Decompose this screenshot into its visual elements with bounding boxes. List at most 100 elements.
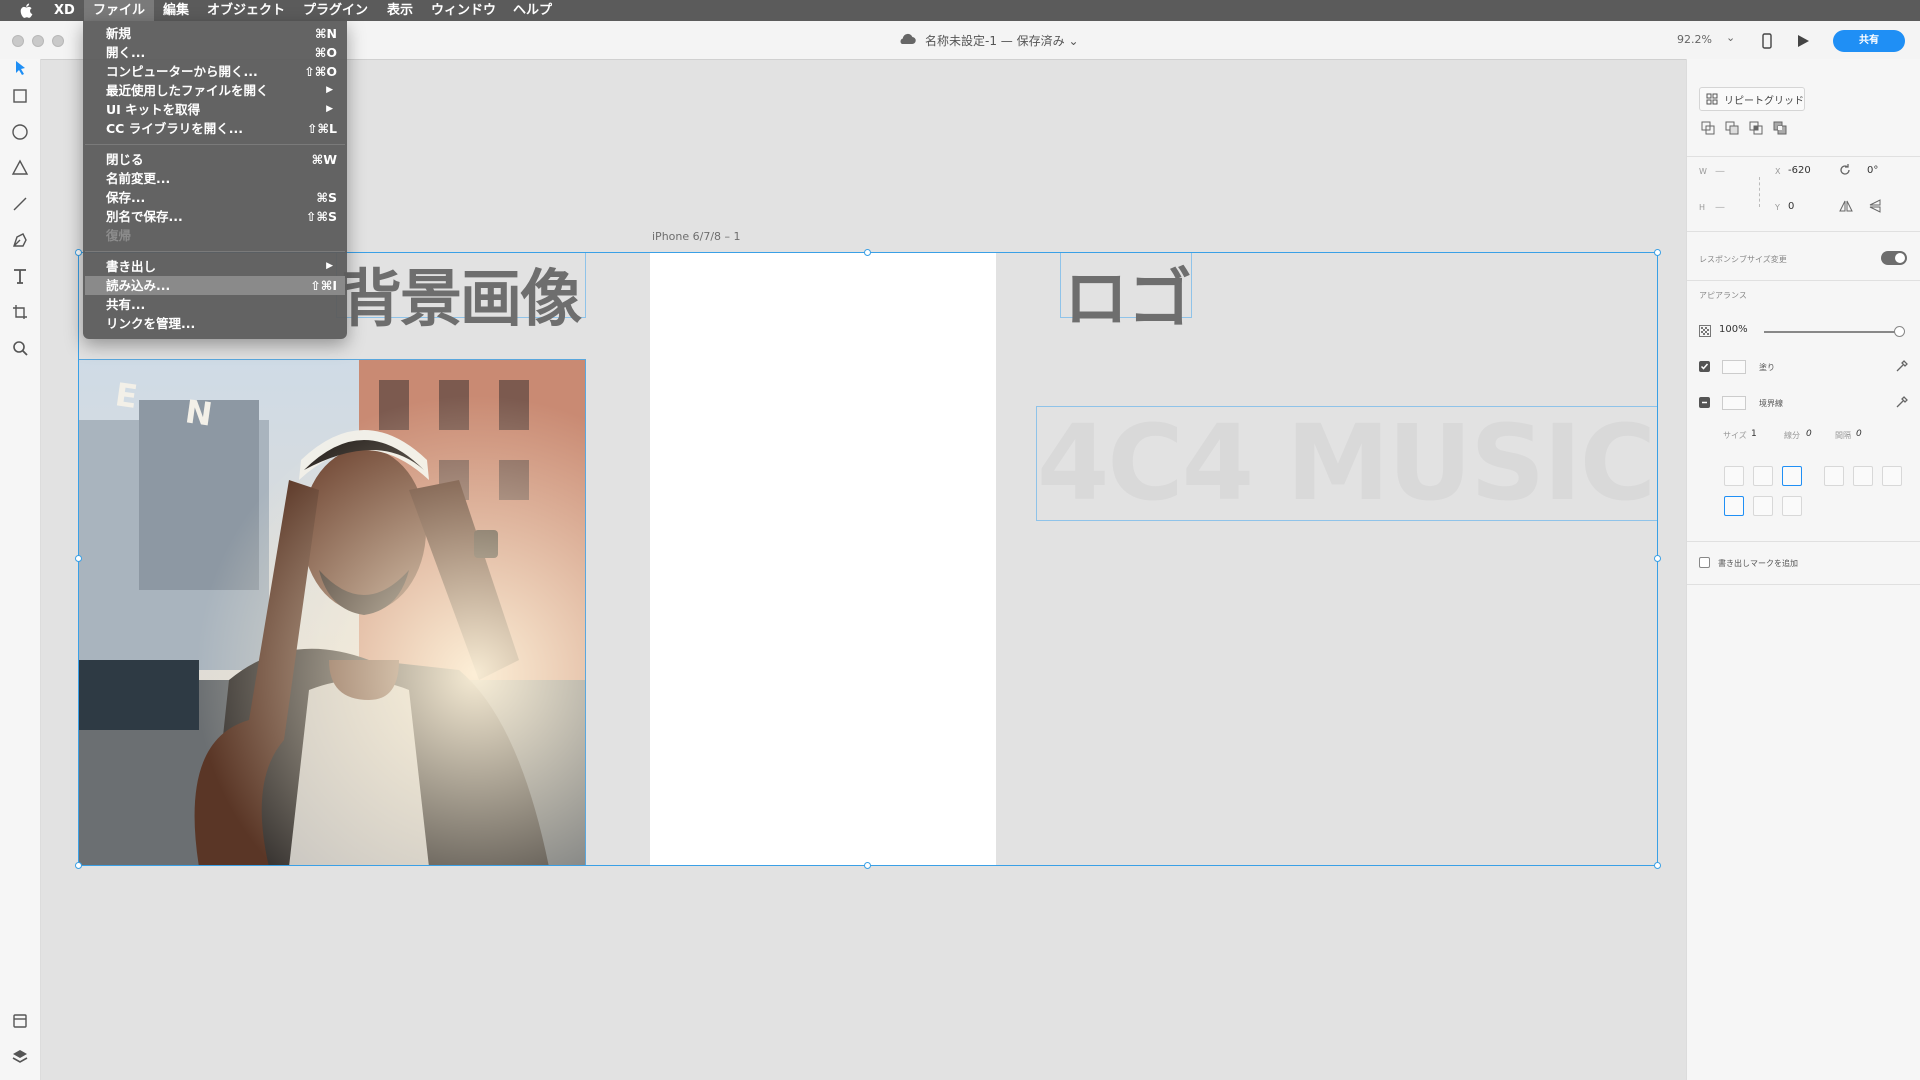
menu-item-share[interactable]: 共有... bbox=[85, 295, 345, 314]
zoom-chevron-icon[interactable]: ⌄ bbox=[1726, 31, 1735, 44]
menu-edit[interactable]: 編集 bbox=[154, 0, 198, 21]
play-icon[interactable] bbox=[1797, 34, 1810, 48]
dash-value[interactable]: 0 bbox=[1806, 429, 1812, 439]
border-eyedropper-icon[interactable] bbox=[1895, 395, 1909, 409]
device-preview-icon[interactable] bbox=[1761, 33, 1773, 49]
flip-horizontal-icon[interactable] bbox=[1839, 200, 1853, 212]
resize-handle-bottom-right[interactable] bbox=[1654, 862, 1661, 869]
zoom-window-button[interactable] bbox=[52, 35, 64, 47]
close-window-button[interactable] bbox=[12, 35, 24, 47]
menu-plugins[interactable]: プラグイン bbox=[294, 0, 377, 21]
stroke-size-value[interactable]: 1 bbox=[1751, 429, 1757, 439]
menu-item-get-ui-kits[interactable]: UI キットを取得 ▶ bbox=[85, 100, 345, 119]
line-tool-icon[interactable] bbox=[10, 194, 30, 214]
resize-handle-top-right[interactable] bbox=[1654, 249, 1661, 256]
menu-item-new[interactable]: 新規 ⌘N bbox=[85, 24, 345, 43]
responsive-resize-label: レスポンシブサイズ変更 bbox=[1699, 255, 1787, 264]
menu-view[interactable]: 表示 bbox=[378, 0, 422, 21]
stroke-inner-icon[interactable] bbox=[1724, 466, 1744, 486]
stroke-center-icon[interactable] bbox=[1782, 466, 1802, 486]
menu-item-open-cc-libraries[interactable]: CC ライブラリを開く... ⇧⌘L bbox=[85, 119, 345, 138]
resize-handle-right[interactable] bbox=[1654, 555, 1661, 562]
divider bbox=[1687, 280, 1920, 281]
menu-item-open-from-computer[interactable]: コンピューターから開く... ⇧⌘O bbox=[85, 62, 345, 81]
boolean-subtract-icon[interactable] bbox=[1725, 121, 1739, 135]
submenu-arrow-icon: ▶ bbox=[326, 261, 333, 271]
cap-round-icon[interactable] bbox=[1853, 466, 1873, 486]
polygon-tool-icon[interactable] bbox=[10, 158, 30, 178]
menu-item-import[interactable]: 読み込み... ⇧⌘I bbox=[85, 276, 345, 295]
menu-window[interactable]: ウィンドウ bbox=[422, 0, 505, 21]
menu-item-save[interactable]: 保存... ⌘S bbox=[85, 188, 345, 207]
apple-icon[interactable] bbox=[19, 3, 33, 18]
export-mark-checkbox[interactable] bbox=[1699, 557, 1710, 568]
menu-file[interactable]: ファイル bbox=[84, 0, 155, 21]
menu-item-rename[interactable]: 名前変更... bbox=[85, 169, 345, 188]
cap-square-icon[interactable] bbox=[1882, 466, 1902, 486]
menu-item-open[interactable]: 開く... ⌘O bbox=[85, 43, 345, 62]
resize-handle-bottom[interactable] bbox=[864, 862, 871, 869]
width-value[interactable]: — bbox=[1715, 166, 1725, 177]
fill-eyedropper-icon[interactable] bbox=[1895, 359, 1909, 373]
rotation-value[interactable]: 0° bbox=[1867, 165, 1878, 176]
opacity-slider-thumb[interactable] bbox=[1894, 326, 1905, 337]
resize-handle-left[interactable] bbox=[75, 555, 82, 562]
export-mark-label: 書き出しマークを追加 bbox=[1718, 559, 1798, 568]
menu-item-label: 保存... bbox=[106, 190, 146, 205]
artboard-label[interactable]: iPhone 6/7/8 – 1 bbox=[652, 230, 741, 243]
menu-item-manage-links[interactable]: リンクを管理... bbox=[85, 314, 345, 333]
repeat-grid-button[interactable]: リピートグリッド bbox=[1699, 87, 1805, 111]
rectangle-tool-icon[interactable] bbox=[10, 86, 30, 106]
fill-swatch[interactable] bbox=[1722, 360, 1746, 374]
menu-item-close[interactable]: 閉じる ⌘W bbox=[85, 150, 345, 169]
stroke-outer-icon[interactable] bbox=[1753, 466, 1773, 486]
assets-panel-icon[interactable] bbox=[10, 1011, 30, 1031]
menu-item-shortcut: ⌘N bbox=[314, 26, 337, 41]
zoom-level[interactable]: 92.2% bbox=[1677, 33, 1712, 46]
fill-checkbox[interactable] bbox=[1699, 361, 1710, 372]
boolean-add-icon[interactable] bbox=[1701, 121, 1715, 135]
menu-item-open-recent[interactable]: 最近使用したファイルを開く ▶ bbox=[85, 81, 345, 100]
menu-object[interactable]: オブジェクト bbox=[198, 0, 294, 21]
cloud-icon bbox=[900, 33, 916, 45]
join-round-icon[interactable] bbox=[1753, 496, 1773, 516]
border-swatch[interactable] bbox=[1722, 396, 1746, 410]
cap-butt-icon[interactable] bbox=[1824, 466, 1844, 486]
opacity-value[interactable]: 100% bbox=[1719, 324, 1748, 335]
zoom-tool-icon[interactable] bbox=[10, 338, 30, 358]
y-value[interactable]: 0 bbox=[1788, 201, 1794, 212]
menu-item-label: 復帰 bbox=[106, 228, 132, 243]
artboard-tool-icon[interactable] bbox=[10, 302, 30, 322]
join-bevel-icon[interactable] bbox=[1782, 496, 1802, 516]
height-value[interactable]: — bbox=[1715, 202, 1725, 213]
menu-item-label: 新規 bbox=[106, 26, 132, 41]
gap-value[interactable]: 0 bbox=[1856, 429, 1862, 439]
resize-handle-top-left[interactable] bbox=[75, 249, 82, 256]
aspect-lock-icon[interactable] bbox=[1759, 177, 1762, 207]
opacity-slider-track[interactable] bbox=[1764, 331, 1900, 333]
boolean-exclude-icon[interactable] bbox=[1773, 121, 1787, 135]
menu-item-save-as[interactable]: 別名で保存... ⇧⌘S bbox=[85, 207, 345, 226]
layers-panel-icon[interactable] bbox=[10, 1047, 30, 1067]
text-tool-icon[interactable] bbox=[10, 266, 30, 286]
share-button[interactable]: 共有 bbox=[1833, 30, 1905, 52]
border-checkbox[interactable] bbox=[1699, 397, 1710, 408]
resize-handle-bottom-left[interactable] bbox=[75, 862, 82, 869]
select-tool-icon[interactable] bbox=[10, 59, 30, 79]
resize-handle-top[interactable] bbox=[864, 249, 871, 256]
boolean-intersect-icon[interactable] bbox=[1749, 121, 1763, 135]
menu-item-export[interactable]: 書き出し ▶ bbox=[85, 257, 345, 276]
minimize-window-button[interactable] bbox=[32, 35, 44, 47]
menu-item-label: 開く... bbox=[106, 45, 146, 60]
app-menu-xd[interactable]: XD bbox=[45, 0, 84, 21]
menu-help[interactable]: ヘルプ bbox=[504, 0, 561, 21]
flip-vertical-icon[interactable] bbox=[1869, 199, 1881, 213]
pen-tool-icon[interactable] bbox=[10, 230, 30, 250]
document-title[interactable]: 名称未設定-1 — 保存済み ⌄ bbox=[925, 32, 1079, 49]
menu-separator bbox=[85, 251, 345, 252]
join-miter-icon[interactable] bbox=[1724, 496, 1744, 516]
ellipse-tool-icon[interactable] bbox=[10, 122, 30, 142]
menu-item-shortcut: ⇧⌘O bbox=[304, 64, 337, 79]
x-value[interactable]: -620 bbox=[1788, 165, 1811, 176]
responsive-resize-toggle[interactable] bbox=[1881, 251, 1907, 265]
